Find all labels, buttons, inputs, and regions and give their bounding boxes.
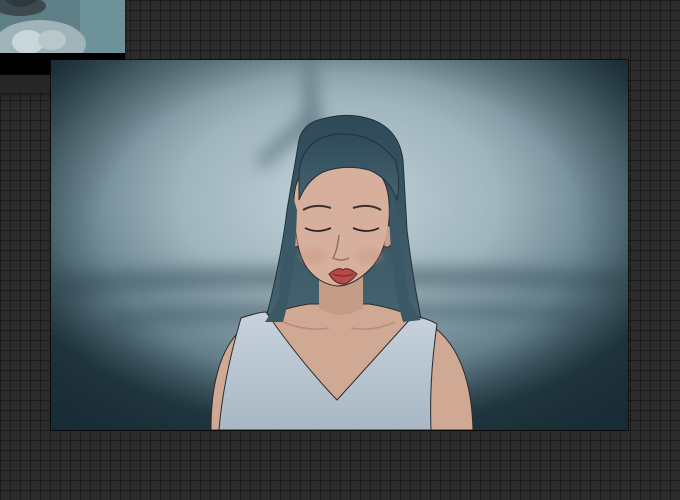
drawing-canvas[interactable] xyxy=(51,60,628,430)
artwork-illustration xyxy=(51,60,628,430)
reference-thumbnail-image[interactable] xyxy=(0,0,125,53)
